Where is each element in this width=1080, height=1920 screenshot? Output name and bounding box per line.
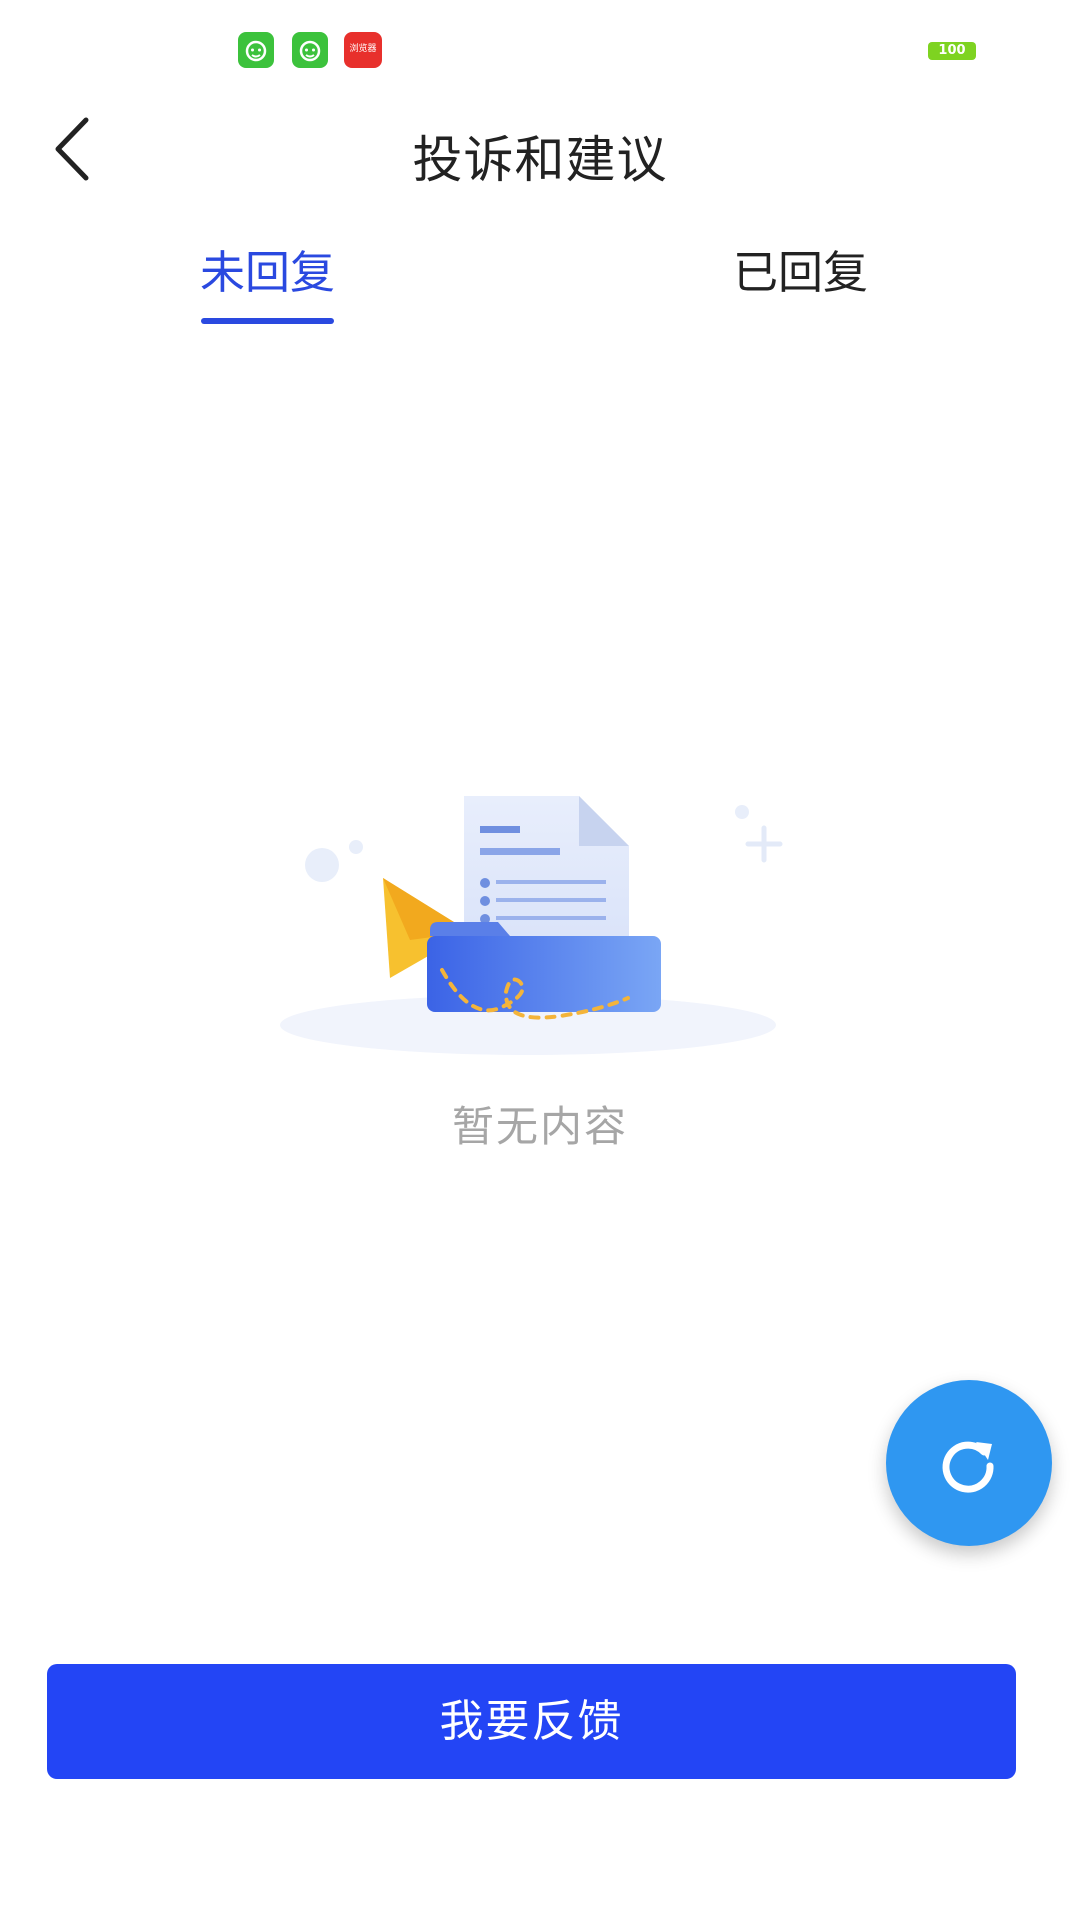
battery-indicator: 100 [928,42,976,60]
cat-app-notification-icon [238,32,274,68]
tab-bar: 未回复 已回复 [0,220,1080,330]
page-title: 投诉和建议 [412,131,668,189]
tab-replied[interactable]: 已回复 [733,236,868,301]
tab-unreplied[interactable]: 未回复 [200,236,335,301]
submit-feedback-button[interactable]: 我要反馈 [47,1664,1016,1779]
active-tab-indicator [201,318,334,324]
empty-folder-document-icon [270,780,790,1070]
news-app-notification-icon: 浏览器 [344,32,382,68]
refresh-button[interactable] [886,1380,1052,1546]
empty-state-message: 暂无内容 [451,1102,628,1151]
status-bar: 浏览器 100 [0,0,1080,100]
cat-app-notification-icon [292,32,328,68]
refresh-icon [942,1441,994,1493]
app-header: 投诉和建议 [0,100,1080,200]
